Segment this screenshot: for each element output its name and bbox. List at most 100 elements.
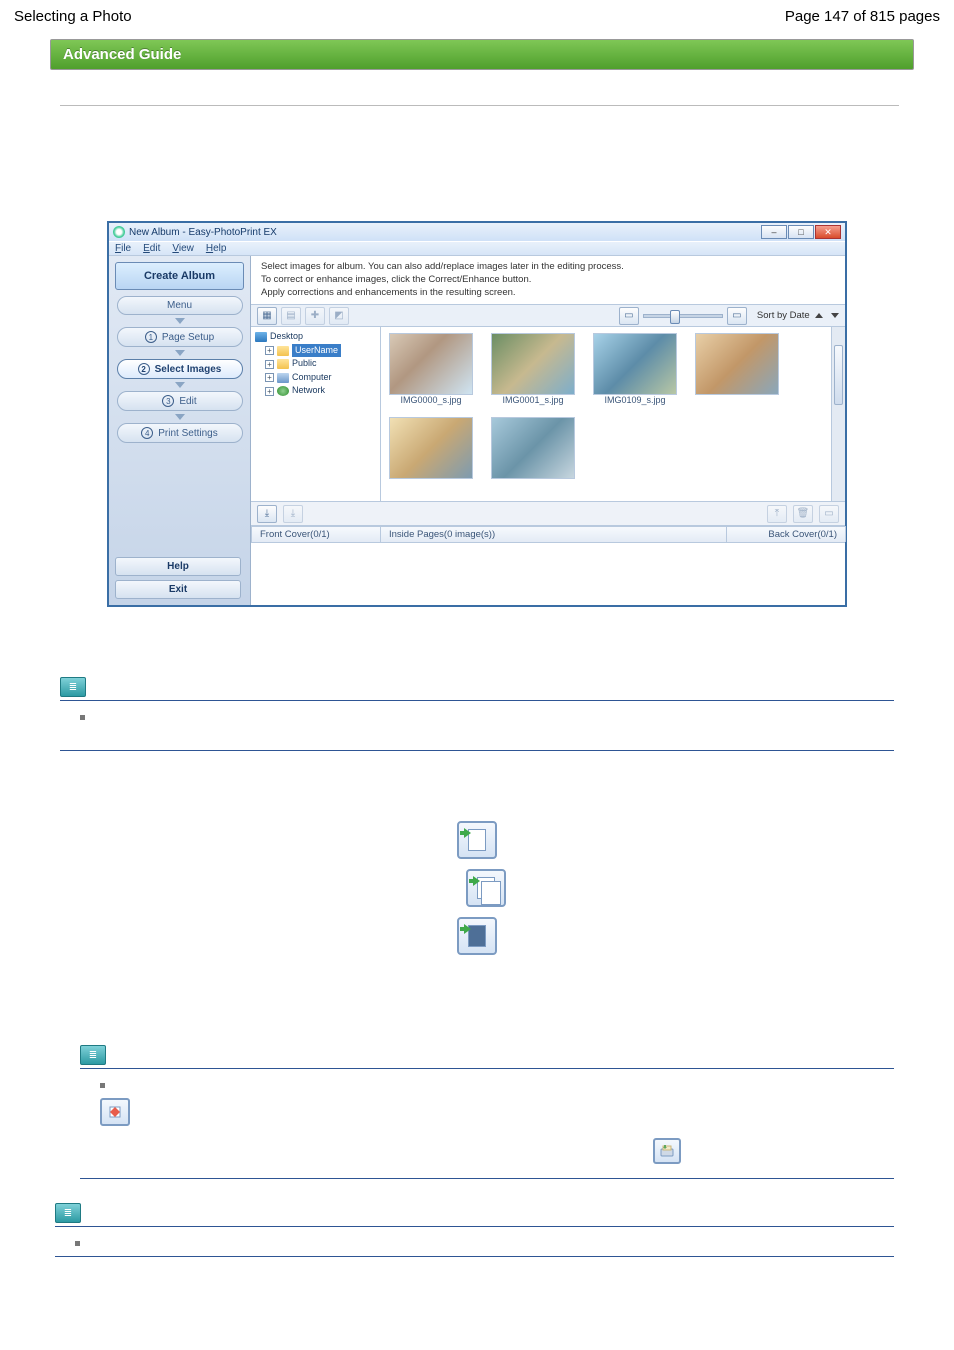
menu-file[interactable]: File bbox=[115, 243, 131, 254]
thumbnail-image bbox=[491, 333, 575, 395]
step-number-1: 1 bbox=[145, 331, 157, 343]
grid-icon[interactable]: ▤ bbox=[281, 307, 301, 325]
thumbnail-pane: IMG0000_s.jpg IMG0001_s.jpg IMG0109_s.jp… bbox=[381, 327, 845, 501]
instruction-line-3: Apply corrections and enhancements in th… bbox=[261, 287, 835, 300]
note-bullet bbox=[80, 711, 894, 720]
tree-username[interactable]: +UserName bbox=[265, 344, 376, 358]
tab-front-cover[interactable]: Front Cover(0/1) bbox=[251, 526, 381, 542]
bullet-icon bbox=[75, 1241, 80, 1246]
thumbnail-item[interactable]: IMG0109_s.jpg bbox=[593, 333, 677, 405]
import-to-front-cover-button[interactable] bbox=[457, 821, 497, 859]
folder-tree[interactable]: Desktop +UserName +Public +Computer +Net… bbox=[251, 327, 381, 501]
step-edit[interactable]: 3 Edit bbox=[117, 391, 243, 411]
thumbnail-image bbox=[389, 333, 473, 395]
correct-enhance-icon bbox=[100, 1098, 130, 1126]
arrow-icon bbox=[473, 876, 480, 886]
main-pane: Select images for album. You can also ad… bbox=[251, 256, 845, 605]
step-print-settings-label: Print Settings bbox=[158, 428, 217, 439]
import-button-column bbox=[427, 821, 527, 955]
separator bbox=[60, 750, 894, 751]
tree-network[interactable]: +Network bbox=[265, 384, 376, 398]
note-block bbox=[60, 677, 894, 751]
image-toolbar: ▦ ▤ ✚ ◩ ▭ ▭ Sort by Date bbox=[251, 305, 845, 327]
sidebar: Create Album Menu 1 Page Setup 2 Select … bbox=[109, 256, 251, 605]
thumbnail-item[interactable] bbox=[491, 417, 575, 479]
import-to-inside-pages-button[interactable] bbox=[466, 869, 506, 907]
thumbnail-filename: IMG0000_s.jpg bbox=[389, 395, 473, 405]
tab-back-cover[interactable]: Back Cover(0/1) bbox=[726, 526, 846, 542]
page-header: Selecting a Photo Page 147 of 815 pages bbox=[0, 0, 954, 35]
remove-page-icon[interactable]: ⤒ bbox=[767, 505, 787, 523]
scan-icon bbox=[653, 1138, 681, 1164]
advanced-guide-banner: Advanced Guide bbox=[50, 39, 914, 70]
tree-desktop[interactable]: Desktop bbox=[255, 330, 376, 344]
window-close-button[interactable]: ✕ bbox=[815, 225, 841, 239]
trash-icon[interactable]: 🗑 bbox=[793, 505, 813, 523]
exit-button[interactable]: Exit bbox=[115, 580, 241, 599]
thumbnail-filename: IMG0001_s.jpg bbox=[491, 395, 575, 405]
separator bbox=[55, 1226, 894, 1227]
menu-help[interactable]: Help bbox=[206, 243, 227, 254]
instruction-line-1: Select images for album. You can also ad… bbox=[261, 261, 835, 274]
tree-computer[interactable]: +Computer bbox=[265, 371, 376, 385]
import-to-pages-icon[interactable]: ⤓ bbox=[283, 505, 303, 523]
note-block bbox=[80, 1045, 894, 1179]
note-bullet bbox=[75, 1237, 894, 1246]
page-number: Page 147 of 815 pages bbox=[785, 8, 940, 25]
clear-icon[interactable]: ▭ bbox=[819, 505, 839, 523]
step-page-setup-label: Page Setup bbox=[162, 332, 214, 343]
menubar: File Edit View Help bbox=[109, 241, 845, 256]
note-icon bbox=[55, 1203, 81, 1223]
thumbnail-item[interactable]: IMG0000_s.jpg bbox=[389, 333, 473, 405]
page-strip bbox=[251, 543, 845, 605]
menu-view[interactable]: View bbox=[172, 243, 194, 254]
bullet-icon bbox=[80, 715, 85, 720]
zoom-in-icon[interactable]: ▭ bbox=[727, 307, 747, 325]
import-to-back-cover-button[interactable] bbox=[457, 917, 497, 955]
menu-edit[interactable]: Edit bbox=[143, 243, 160, 254]
step-page-setup[interactable]: 1 Page Setup bbox=[117, 327, 243, 347]
sort-dropdown-icon bbox=[831, 313, 839, 318]
separator bbox=[60, 700, 894, 701]
thumbnail-item[interactable]: IMG0001_s.jpg bbox=[491, 333, 575, 405]
sort-label: Sort by Date bbox=[757, 310, 810, 321]
tree-public[interactable]: +Public bbox=[265, 357, 376, 371]
arrow-icon bbox=[464, 924, 471, 934]
zoom-slider[interactable] bbox=[643, 314, 723, 318]
page-toolbar: ⤓ ⤓ ⤒ 🗑 ▭ bbox=[251, 502, 845, 526]
arrow-down-icon bbox=[175, 382, 185, 388]
arrow-icon bbox=[464, 828, 471, 838]
correct-enhance-icon[interactable]: ✚ bbox=[305, 307, 325, 325]
window-maximize-button[interactable]: □ bbox=[788, 225, 814, 239]
page-title: Selecting a Photo bbox=[14, 8, 132, 25]
arrow-down-icon bbox=[175, 318, 185, 324]
album-tabs: Front Cover(0/1) Inside Pages(0 image(s)… bbox=[251, 526, 845, 543]
scrollbar[interactable] bbox=[831, 327, 845, 501]
menu-button[interactable]: Menu bbox=[117, 296, 243, 315]
step-number-3: 3 bbox=[162, 395, 174, 407]
step-select-images[interactable]: 2 Select Images bbox=[117, 359, 243, 379]
thumbnail-image bbox=[389, 417, 473, 479]
app-window: New Album - Easy-PhotoPrint EX – □ ✕ Fil… bbox=[107, 221, 847, 607]
window-title: New Album - Easy-PhotoPrint EX bbox=[129, 227, 761, 238]
note-block bbox=[55, 1203, 894, 1257]
zoom-out-icon[interactable]: ▭ bbox=[619, 307, 639, 325]
separator bbox=[55, 1256, 894, 1257]
window-minimize-button[interactable]: – bbox=[761, 225, 787, 239]
create-album-button: Create Album bbox=[115, 262, 244, 290]
special-filters-icon[interactable]: ◩ bbox=[329, 307, 349, 325]
separator bbox=[60, 105, 899, 106]
thumbnail-item[interactable] bbox=[695, 333, 779, 405]
step-print-settings[interactable]: 4 Print Settings bbox=[117, 423, 243, 443]
note-bullet bbox=[100, 1079, 894, 1088]
thumbnail-image bbox=[593, 333, 677, 395]
sort-by[interactable]: Sort by Date bbox=[757, 310, 839, 321]
import-to-page-icon[interactable]: ⤓ bbox=[257, 505, 277, 523]
tab-inside-pages[interactable]: Inside Pages(0 image(s)) bbox=[380, 526, 727, 542]
instruction-text: Select images for album. You can also ad… bbox=[251, 256, 845, 305]
app-icon bbox=[113, 226, 125, 238]
select-all-icon[interactable]: ▦ bbox=[257, 307, 277, 325]
help-button[interactable]: Help bbox=[115, 557, 241, 576]
bullet-icon bbox=[100, 1083, 105, 1088]
thumbnail-item[interactable] bbox=[389, 417, 473, 479]
